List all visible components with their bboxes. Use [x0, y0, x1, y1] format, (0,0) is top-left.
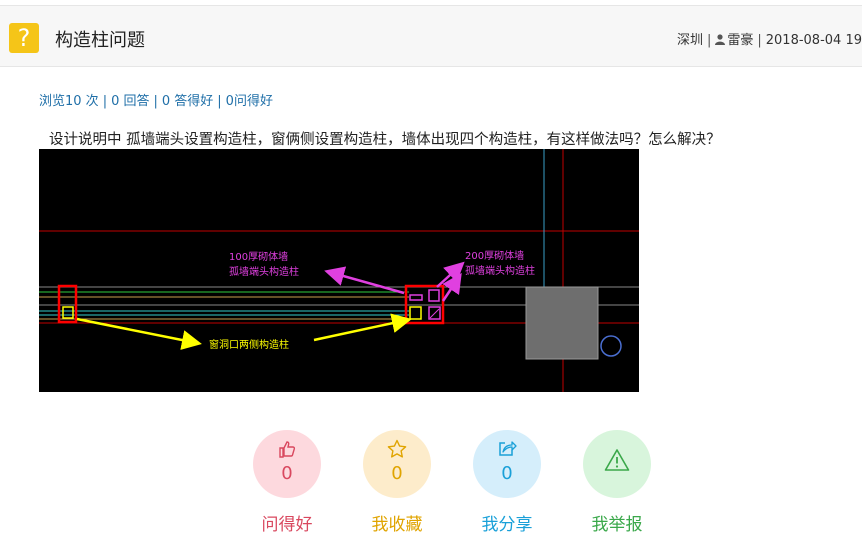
question-good-count-value: 0 [281, 463, 293, 484]
star-icon [387, 439, 407, 458]
question-meta: 深圳 | 雷豪 | 2018-08-04 19 [677, 29, 862, 48]
action-circle[interactable] [583, 430, 651, 498]
favorite-label[interactable]: 我收藏 [353, 510, 441, 535]
warning-icon [604, 449, 630, 471]
action-circle[interactable]: 0 [363, 430, 431, 498]
location-link[interactable]: 深圳 [677, 33, 703, 48]
action-circle[interactable]: 0 [473, 430, 541, 498]
annotation-window: 窗洞口两侧构造柱 [209, 338, 289, 351]
user-icon [715, 34, 726, 45]
views-count: 浏览10 次 [39, 94, 99, 109]
answers-count: 0 回答 [111, 94, 150, 109]
answer-good-count: 0 答得好 [161, 94, 214, 109]
annotation-wall100-line2: 孤墙端头构造柱 [229, 265, 299, 278]
share-button[interactable]: 0 我分享 [473, 430, 541, 535]
share-label[interactable]: 我分享 [463, 510, 551, 535]
page-title: 构造柱问题 [55, 30, 145, 51]
favorite-button[interactable]: 0 我收藏 [363, 430, 431, 535]
question-text: 设计说明中 孤墙端头设置构造柱，窗俩侧设置构造柱，墙体出现四个构造柱，有这样做法… [49, 132, 721, 148]
thumbs-up-icon [279, 441, 296, 458]
question-stats: 浏览10 次 | 0 回答 | 0 答得好 | 0问得好 [39, 94, 273, 109]
report-button[interactable]: 我举报 [583, 430, 651, 535]
separator: | [757, 33, 762, 48]
report-label[interactable]: 我举报 [573, 510, 661, 535]
separator: | [706, 33, 712, 48]
question-good-label[interactable]: 问得好 [243, 510, 331, 535]
annotation-wall200-line1: 200厚砌体墙 [465, 249, 524, 262]
favorite-count-value: 0 [391, 463, 403, 484]
share-count-value: 0 [501, 463, 513, 484]
cad-drawing-image: 100厚砌体墙 孤墙端头构造柱 200厚砌体墙 孤墙端头构造柱 窗洞口两侧构造柱 [39, 149, 639, 392]
question-header: ? 构造柱问题 深圳 | 雷豪 | 2018-08-04 19 [0, 5, 862, 67]
post-date: 2018-08-04 19 [765, 33, 862, 48]
author-link[interactable]: 雷豪 [727, 33, 753, 48]
annotation-wall200-line2: 孤墙端头构造柱 [465, 264, 535, 277]
share-icon [499, 441, 517, 456]
annotation-wall100-line1: 100厚砌体墙 [229, 250, 288, 263]
action-circle[interactable]: 0 [253, 430, 321, 498]
question-mark-icon: ? [9, 23, 39, 53]
question-good-count: 0问得好 [225, 94, 273, 109]
question-good-button[interactable]: 0 问得好 [253, 430, 321, 535]
